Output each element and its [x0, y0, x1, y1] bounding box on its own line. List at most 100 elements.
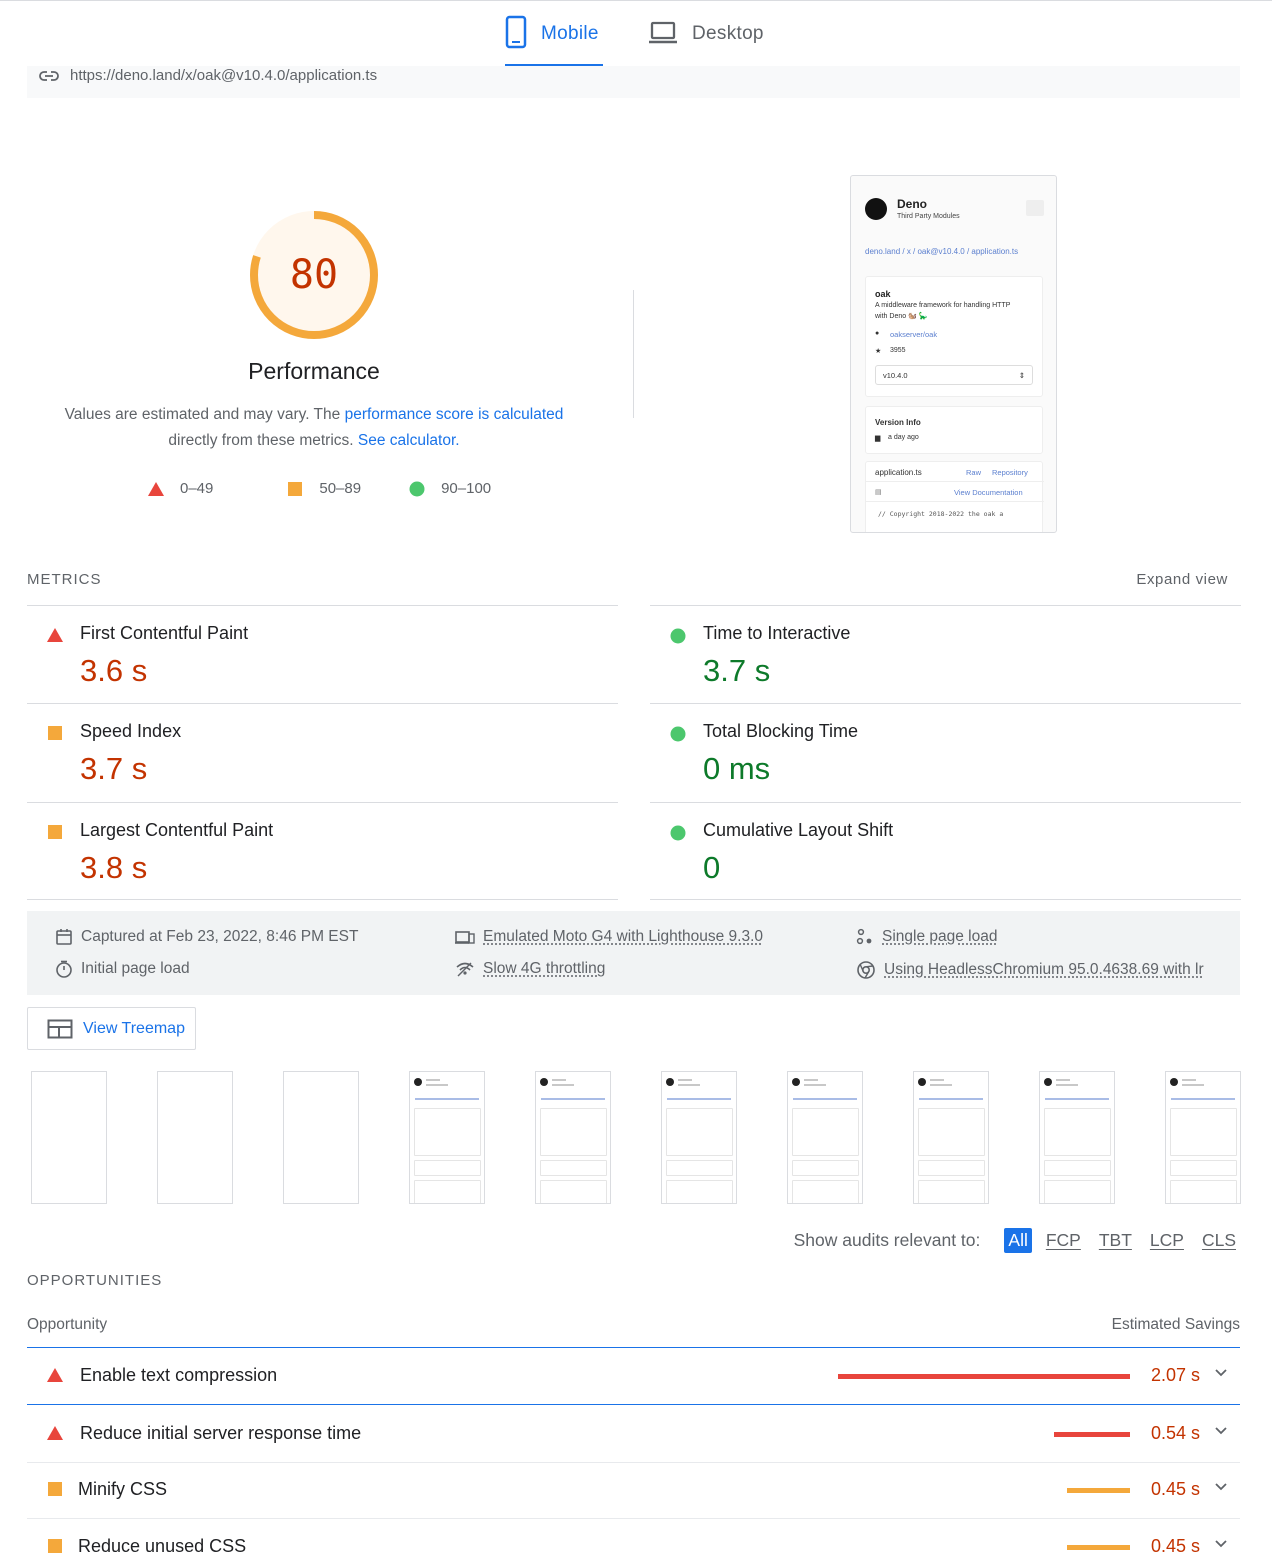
thumb-title: Deno	[897, 197, 927, 211]
square-icon	[288, 481, 303, 496]
circle-icon	[670, 628, 686, 644]
filter-chip-all[interactable]: All	[1004, 1228, 1032, 1253]
savings-bar	[1067, 1488, 1130, 1493]
final-screenshot[interactable]: Deno Third Party Modules deno.land / x /…	[850, 175, 1057, 533]
thumb-raw: Raw	[966, 468, 982, 477]
metric-lcp: Largest Contentful Paint 3.8 s	[27, 802, 618, 900]
score-calculated-link[interactable]: performance score is calculated	[345, 406, 564, 423]
expand-view-toggle[interactable]: Expand view	[1136, 571, 1228, 588]
thumb-version-info: Version Info	[875, 418, 921, 427]
triangle-icon	[47, 628, 63, 642]
chevron-down-icon	[1215, 1483, 1227, 1491]
metric-value: 3.8 s	[80, 850, 148, 885]
circle-icon	[670, 825, 686, 841]
env-throttling[interactable]: Slow 4G throttling	[455, 960, 605, 978]
deno-logo	[865, 198, 887, 220]
chevron-down-icon	[1215, 1427, 1227, 1435]
square-icon	[48, 1482, 62, 1496]
frame-card	[540, 1180, 607, 1203]
view-treemap-label: View Treemap	[83, 1019, 185, 1037]
frame-line	[678, 1084, 700, 1086]
filter-chip-cls[interactable]: CLS	[1198, 1228, 1240, 1253]
performance-gauge: 80	[247, 208, 381, 342]
thumb-view-docs: View Documentation	[954, 488, 1023, 497]
thumb-separator	[866, 481, 1044, 482]
thumb-code-line: // Copyright 2018-2022 the oak a	[878, 510, 1004, 518]
env-single-load-text: Single page load	[882, 928, 998, 945]
filmstrip-frame	[283, 1071, 359, 1204]
filter-chip-fcp[interactable]: FCP	[1042, 1228, 1085, 1253]
view-treemap-button[interactable]: View Treemap	[27, 1007, 196, 1050]
frame-logo	[918, 1078, 926, 1086]
filter-chip-tbt[interactable]: TBT	[1095, 1228, 1136, 1253]
savings-column-label: Estimated Savings	[1111, 1316, 1240, 1333]
filmstrip-frame	[1039, 1071, 1115, 1204]
page-url[interactable]: https://deno.land/x/oak@v10.4.0/applicat…	[70, 67, 377, 84]
metric-value: 3.6 s	[80, 653, 148, 688]
circle-icon	[670, 726, 686, 742]
tab-mobile[interactable]: Mobile	[505, 15, 603, 67]
opportunity-savings: 0.45 s	[1150, 1536, 1200, 1556]
frame-card	[414, 1180, 481, 1203]
opportunities-header: Opportunity Estimated Savings	[27, 1316, 1240, 1348]
square-icon	[48, 726, 62, 740]
frame-card	[540, 1160, 607, 1176]
thumb-module-desc-1: A middleware framework for handling HTTP	[875, 302, 1011, 309]
square-icon	[48, 1539, 62, 1553]
signal-icon	[456, 962, 474, 977]
frame-card	[1170, 1108, 1237, 1156]
opportunity-row[interactable]: Minify CSS 0.45 s	[27, 1462, 1240, 1519]
frame-line	[804, 1079, 818, 1081]
filmstrip-frame	[1165, 1071, 1241, 1204]
env-single-load[interactable]: Single page load	[856, 928, 998, 946]
tab-desktop[interactable]: Desktop	[648, 15, 764, 67]
frame-line	[1182, 1084, 1204, 1086]
savings-bar	[1067, 1545, 1130, 1550]
frame-card	[918, 1160, 985, 1176]
legend-average-label: 50–89	[319, 480, 362, 497]
opportunity-row[interactable]: Enable text compression 2.07 s	[27, 1348, 1240, 1405]
env-device[interactable]: Emulated Moto G4 with Lighthouse 9.3.0	[455, 928, 763, 946]
devices-icon	[455, 931, 475, 944]
thumb-separator-2	[866, 501, 1044, 502]
calendar-icon	[56, 929, 72, 945]
savings-bar	[838, 1374, 1130, 1379]
filter-label: Show audits relevant to:	[793, 1230, 981, 1250]
divider	[633, 290, 634, 418]
frame-card	[540, 1108, 607, 1156]
thumb-version-select: v10.4.0 ⇕	[875, 365, 1033, 385]
env-browser[interactable]: Using HeadlessChromium 95.0.4638.69 with…	[856, 960, 1204, 980]
opportunity-row[interactable]: Reduce unused CSS 0.45 s	[27, 1519, 1240, 1556]
timer-icon	[56, 960, 72, 978]
frame-card	[918, 1180, 985, 1203]
thumb-date: a day ago	[888, 434, 919, 441]
thumb-breadcrumb: deno.land / x / oak@v10.4.0 / applicatio…	[865, 247, 1019, 256]
frame-card	[666, 1160, 733, 1176]
env-captured: Captured at Feb 23, 2022, 8:46 PM EST	[55, 928, 358, 946]
metric-name: First Contentful Paint	[80, 623, 249, 643]
desc-text-1: Values are estimated and may vary. The	[64, 406, 345, 423]
savings-bar	[1054, 1432, 1130, 1437]
see-calculator-link[interactable]: See calculator.	[358, 432, 460, 449]
frame-logo	[414, 1078, 422, 1086]
legend-pass: 90–100	[409, 480, 491, 497]
circle-icon	[409, 481, 425, 496]
thumb-repo: oakserver/oak	[890, 330, 938, 339]
opportunity-savings: 0.45 s	[1150, 1479, 1200, 1499]
frame-line	[426, 1084, 448, 1086]
legend-average: 50–89	[287, 480, 361, 497]
frame-card	[1044, 1160, 1111, 1176]
frame-line	[426, 1079, 440, 1081]
performance-score: 80	[289, 252, 339, 298]
metric-name: Speed Index	[80, 721, 182, 741]
filmstrip-frame	[31, 1071, 107, 1204]
filmstrip-frame	[913, 1071, 989, 1204]
frame-line	[1056, 1084, 1078, 1086]
frame-card	[666, 1180, 733, 1203]
device-tabs: Mobile Desktop	[0, 0, 1272, 67]
opportunity-row[interactable]: Reduce initial server response time 0.54…	[27, 1406, 1240, 1463]
audit-filter: Show audits relevant to: All FCP TBT LCP…	[794, 1228, 1240, 1253]
frame-card	[666, 1108, 733, 1156]
opportunity-name: Reduce initial server response time	[80, 1423, 362, 1443]
filter-chip-lcp[interactable]: LCP	[1146, 1228, 1188, 1253]
